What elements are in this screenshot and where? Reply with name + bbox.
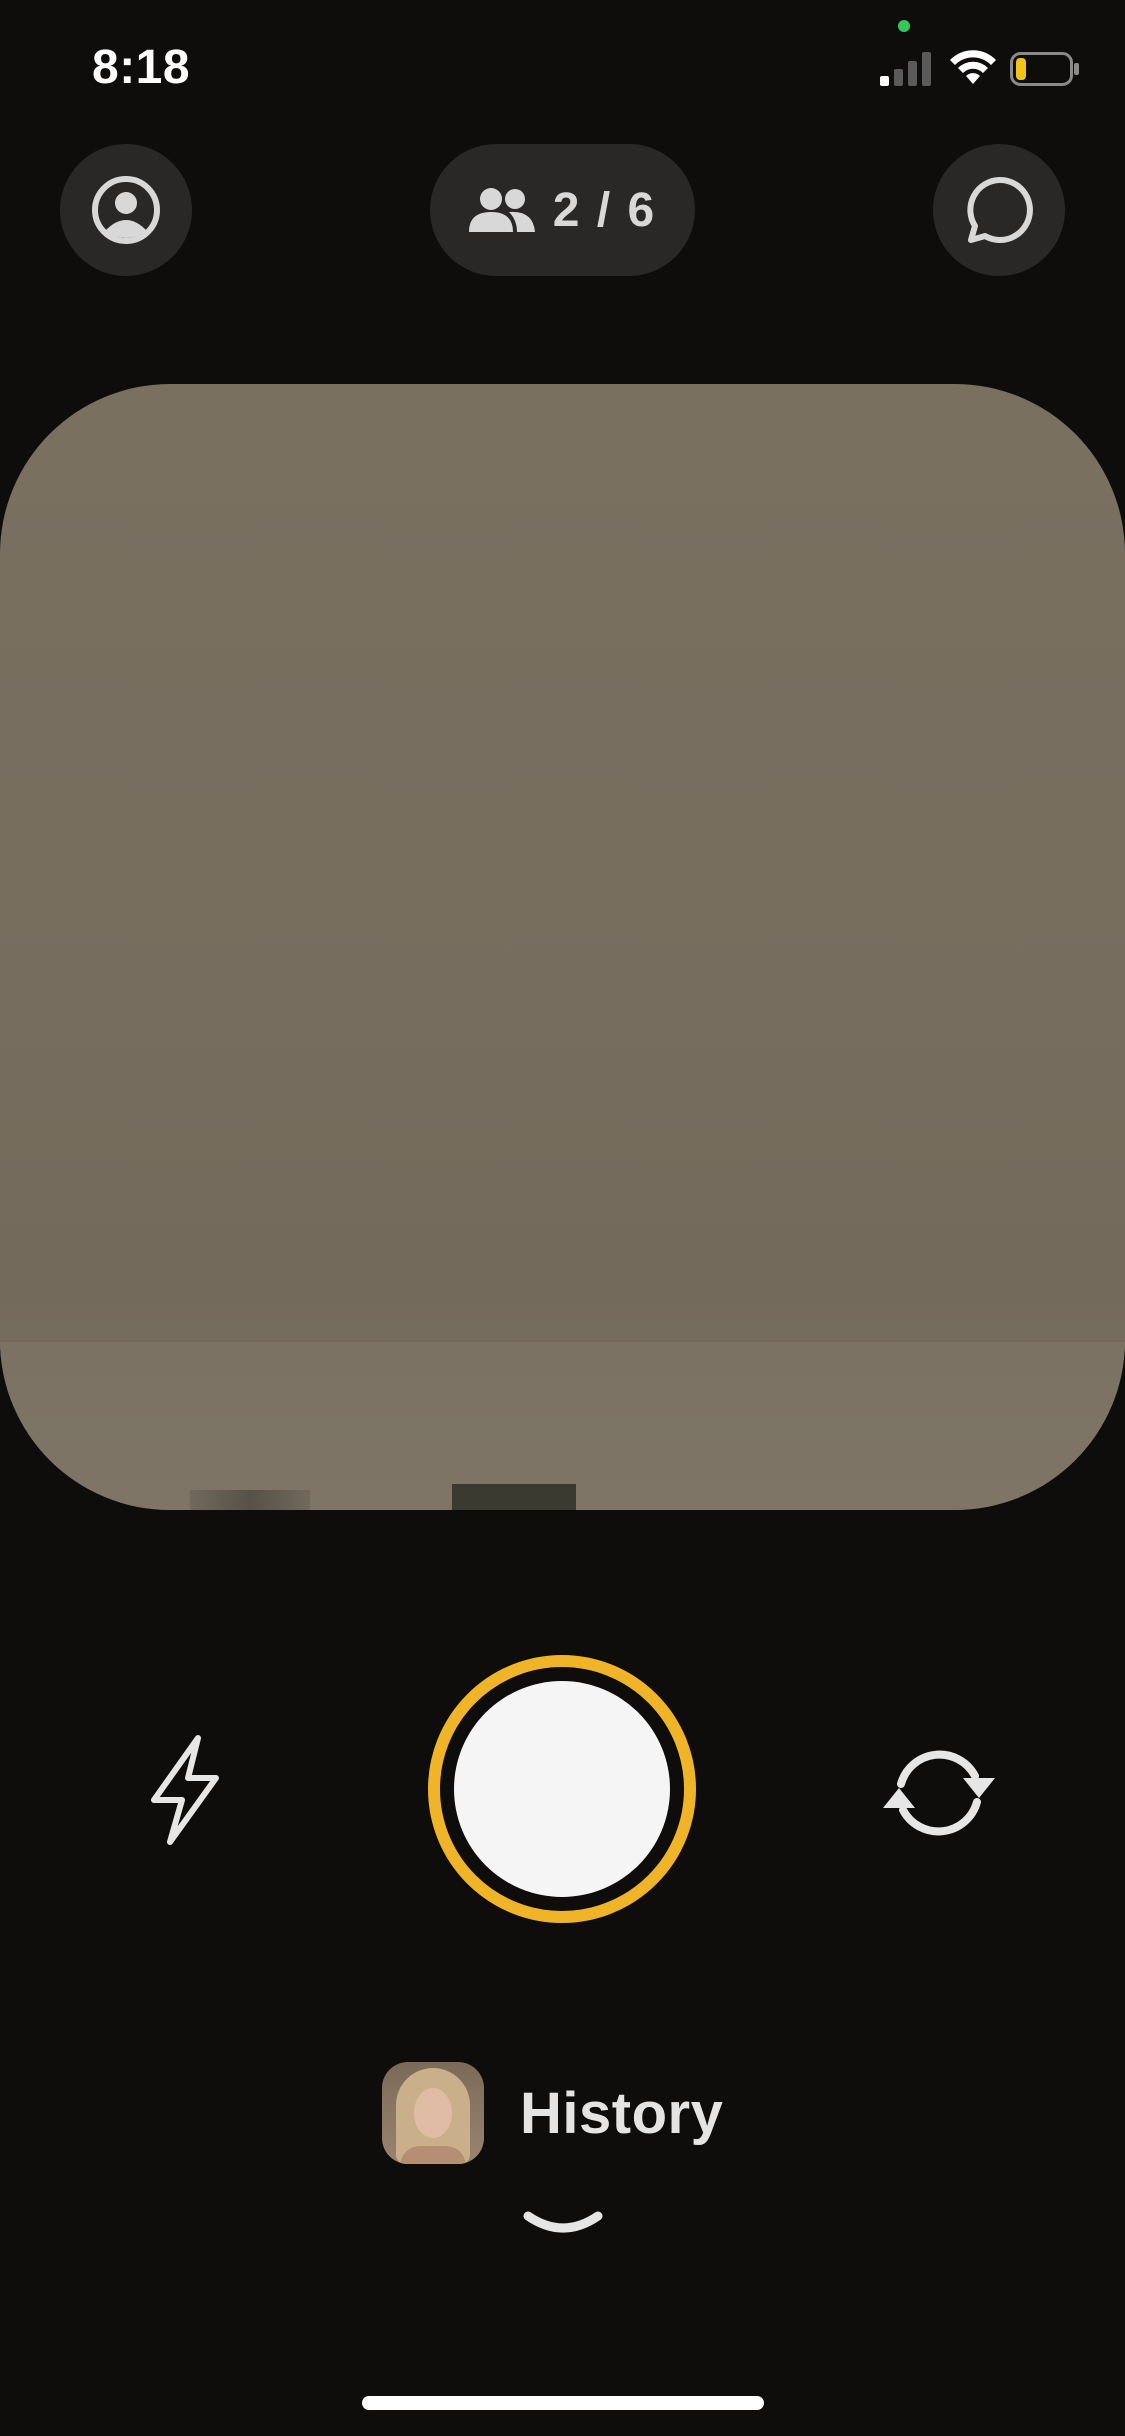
history-button[interactable]: History xyxy=(382,2062,723,2164)
flip-camera-button[interactable] xyxy=(876,1730,1001,1855)
history-thumbnail xyxy=(382,2062,484,2164)
profile-button[interactable] xyxy=(60,144,192,276)
shutter-inner xyxy=(454,1681,670,1897)
status-bar: 8:18 xyxy=(0,0,1125,140)
friends-counter-button[interactable]: 2 / 6 xyxy=(430,144,695,276)
privacy-indicator-dot xyxy=(898,20,910,32)
people-icon xyxy=(468,188,535,232)
messages-button[interactable] xyxy=(933,144,1065,276)
wifi-icon xyxy=(950,50,996,84)
rotate-camera-icon xyxy=(882,1750,995,1835)
battery-icon xyxy=(1010,52,1079,86)
floor-shadow xyxy=(190,1490,310,1510)
status-time: 8:18 xyxy=(92,41,191,94)
home-indicator[interactable] xyxy=(362,2396,764,2410)
person-circle-icon xyxy=(92,176,160,244)
chevron-down-icon[interactable] xyxy=(522,2210,604,2240)
thumbnail-face xyxy=(414,2088,452,2138)
camera-viewfinder[interactable] xyxy=(0,384,1125,1510)
flash-button[interactable] xyxy=(140,1730,230,1850)
thumbnail-shirt xyxy=(400,2146,466,2164)
floor-object xyxy=(452,1484,576,1510)
signal-icon xyxy=(880,52,931,86)
friends-count: 2 / 6 xyxy=(552,183,657,237)
shutter-button[interactable] xyxy=(428,1655,696,1923)
lightning-icon xyxy=(151,1735,219,1845)
chat-bubble-icon xyxy=(967,176,1033,243)
history-label: History xyxy=(520,2080,724,2146)
